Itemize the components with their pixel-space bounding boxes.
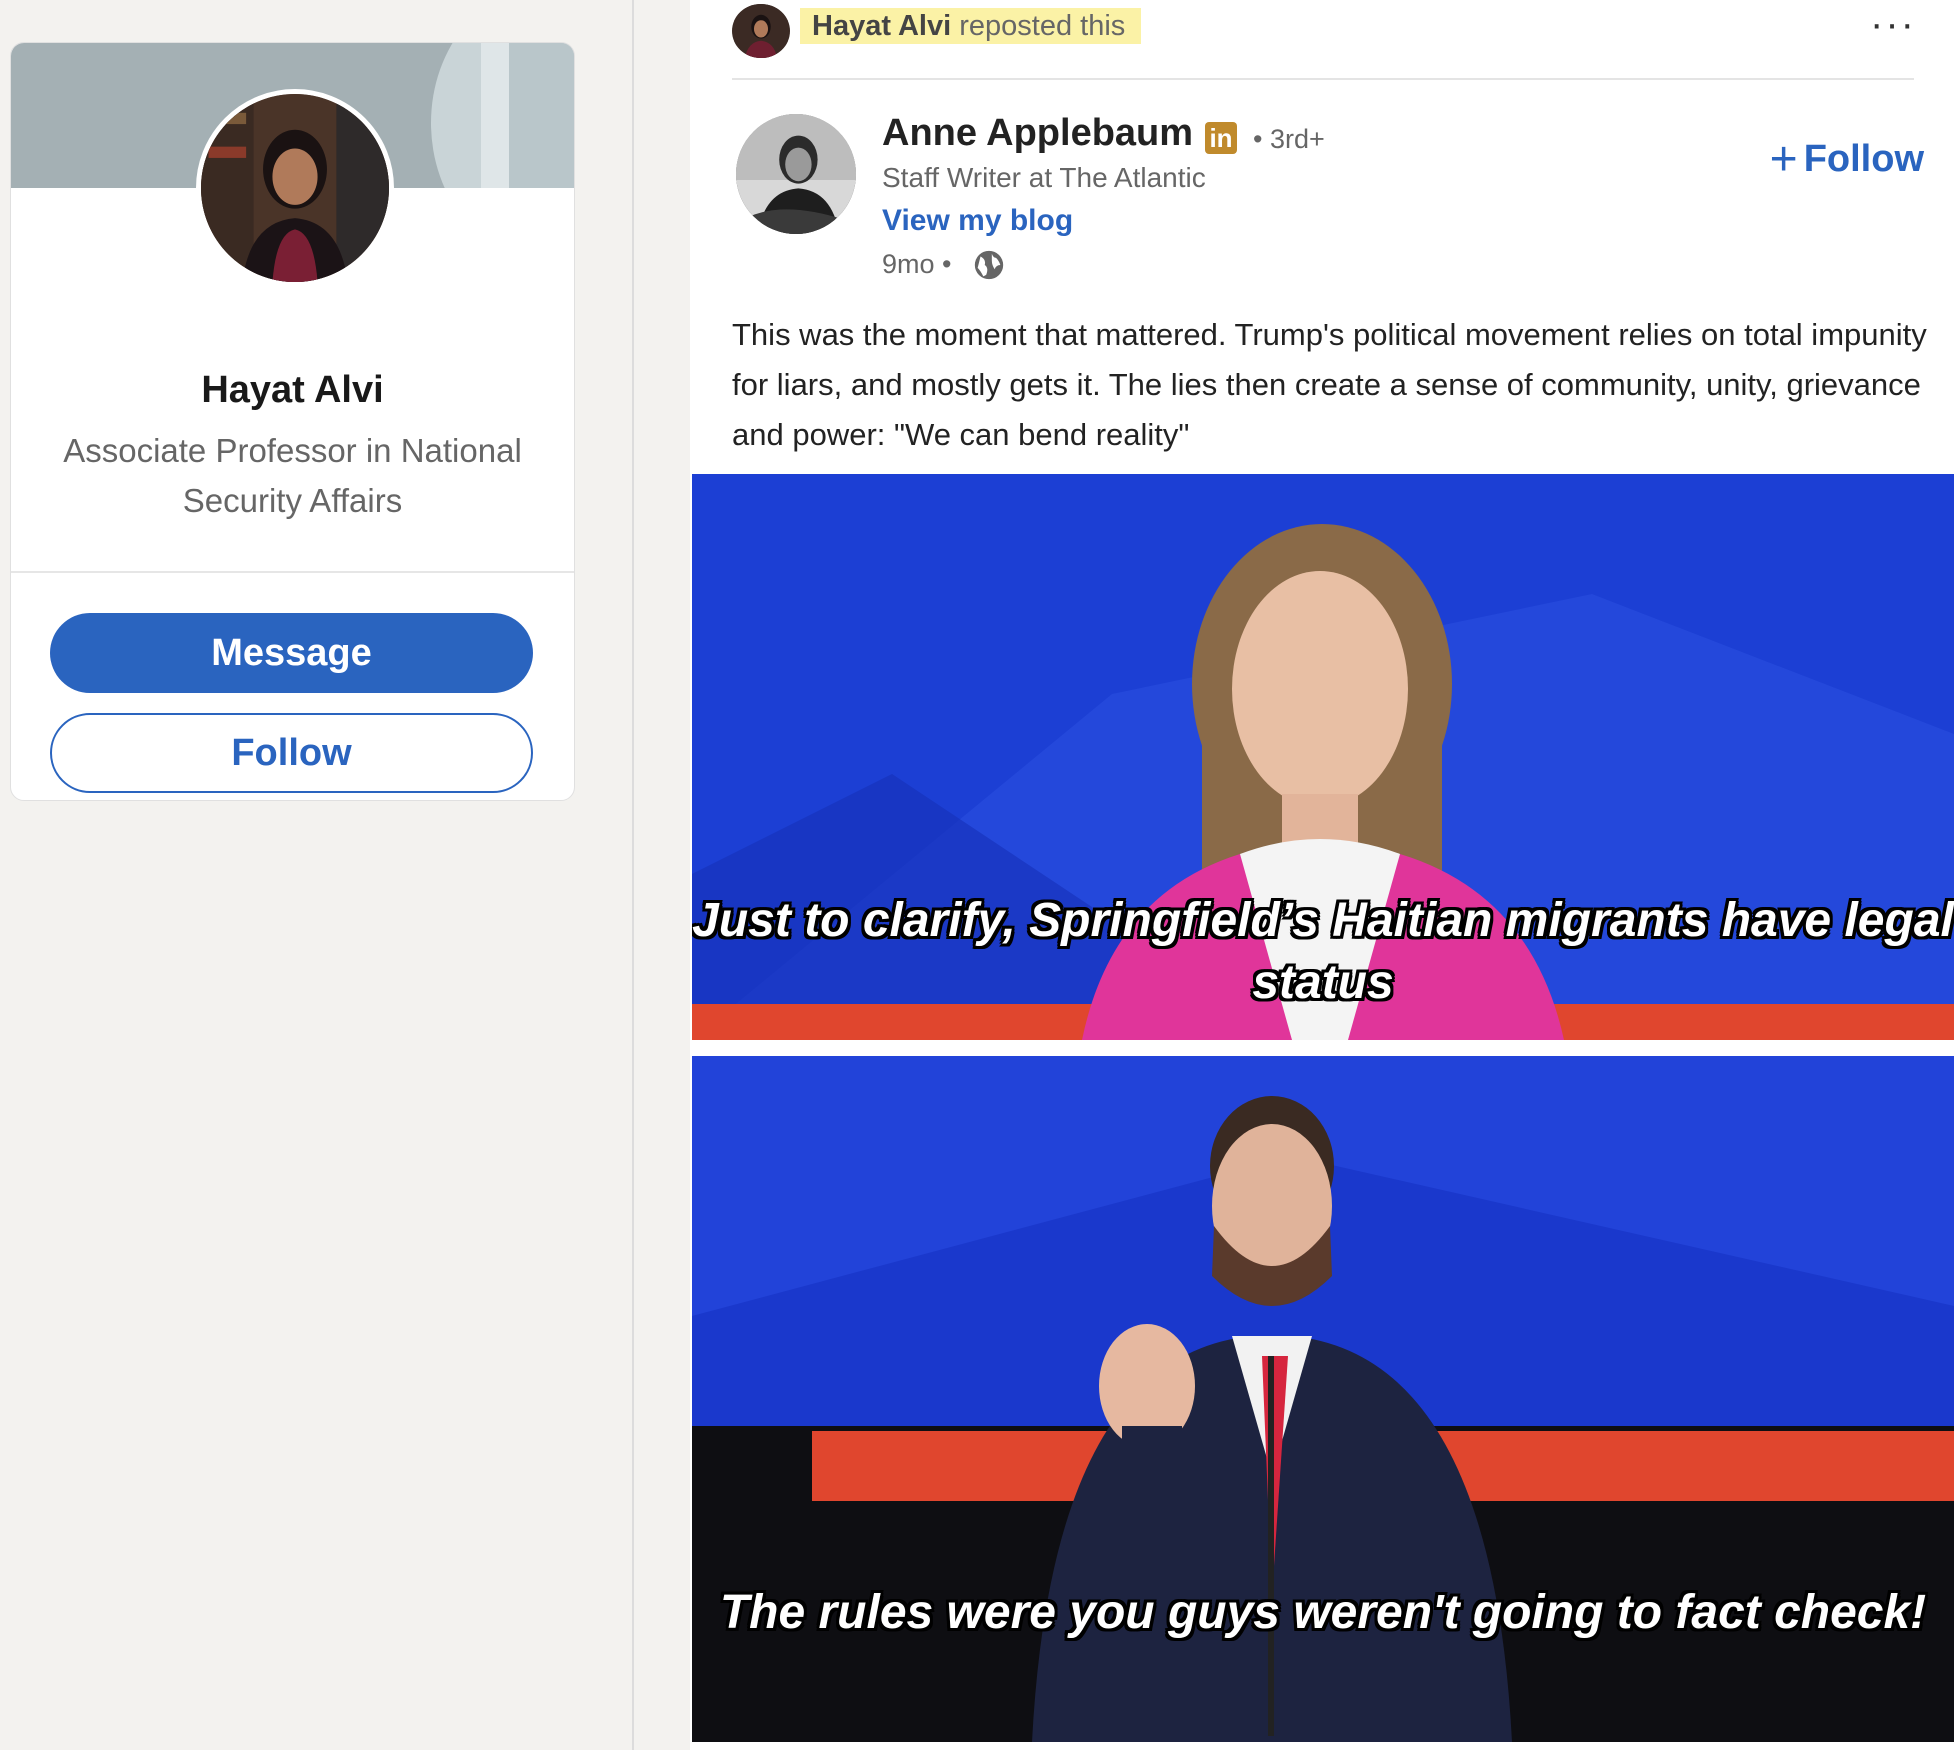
divider (11, 571, 574, 573)
caption-bottom: The rules were you guys weren't going to… (719, 1586, 1927, 1639)
author-name[interactable]: Anne Applebaum (882, 112, 1193, 155)
more-options-icon[interactable]: ··· (1870, 2, 1916, 47)
avatar-portrait-image (734, 4, 788, 58)
avatar-portrait-image (736, 114, 856, 234)
repost-user-avatar[interactable] (732, 4, 790, 58)
author-headline: Staff Writer at The Atlantic (882, 162, 1206, 193)
caption-top: Just to clarify, Springfield’s Haitian m… (692, 894, 1954, 1009)
column-divider (632, 0, 634, 1750)
premium-badge-icon: in (1205, 122, 1237, 154)
media-image-speaker: The rules were you guys weren't going to… (692, 1056, 1954, 1742)
repost-banner: Hayat Alvi reposted this (800, 8, 1142, 44)
media-image-moderator: Just to clarify, Springfield’s Haitian m… (692, 474, 1954, 1040)
author-avatar[interactable] (736, 114, 856, 234)
plus-icon: + (1769, 133, 1798, 186)
post-body-text: This was the moment that mattered. Trump… (732, 317, 1927, 452)
view-blog-link[interactable]: View my blog (882, 204, 1073, 238)
feed-post: Hayat Alvi reposted this ··· Anne Appleb… (690, 0, 1956, 1750)
repost-action-text: reposted this (959, 10, 1126, 42)
follow-author-label: Follow (1803, 138, 1924, 180)
profile-name[interactable]: Hayat Alvi (11, 369, 574, 412)
left-column: Hayat Alvi Associate Professor in Nation… (0, 0, 632, 1750)
follow-author-button[interactable]: + Follow (1769, 128, 1924, 186)
profile-headline: Associate Professor in National Security… (63, 432, 522, 519)
repost-user-name[interactable]: Hayat Alvi (812, 10, 951, 42)
divider (732, 78, 1914, 80)
profile-avatar[interactable] (196, 89, 394, 287)
globe-icon (974, 250, 1004, 280)
avatar-portrait-image (201, 94, 389, 282)
post-timestamp: 9mo • (882, 249, 952, 279)
follow-button[interactable]: Follow (50, 713, 533, 793)
message-button[interactable]: Message (50, 613, 533, 693)
connection-degree: • 3rd+ (1253, 124, 1325, 154)
post-media[interactable]: Just to clarify, Springfield’s Haitian m… (692, 474, 1954, 1742)
profile-card: Hayat Alvi Associate Professor in Nation… (10, 42, 575, 801)
